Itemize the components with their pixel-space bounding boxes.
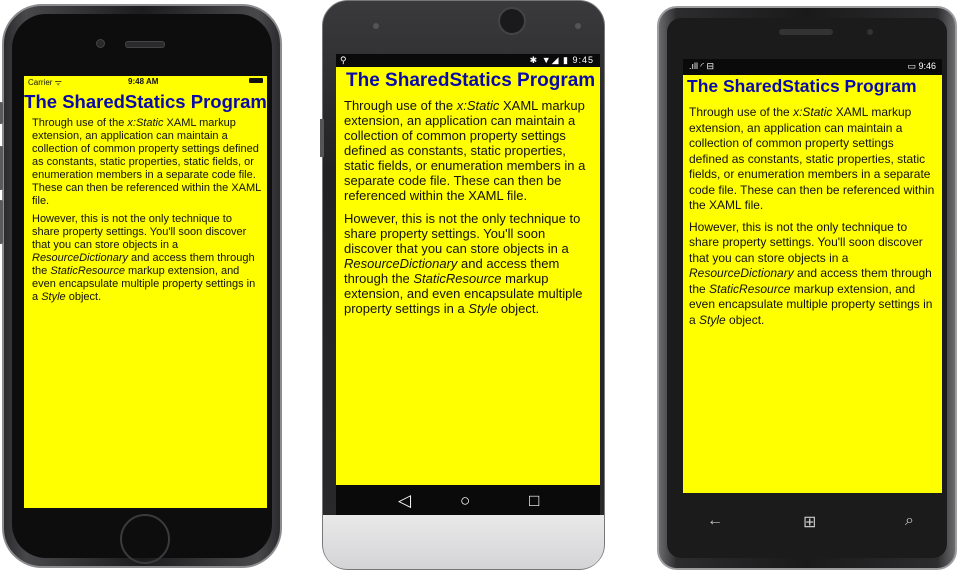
paragraph-1: Through use of the x:Static XAML markup …	[344, 98, 586, 203]
back-icon[interactable]: ◁	[398, 491, 411, 511]
page-title: The SharedStatics Program	[687, 76, 917, 96]
windows-phone-speaker	[779, 29, 833, 35]
home-button[interactable]	[120, 514, 170, 564]
android-side-button	[320, 119, 324, 157]
signal-icon: .ıll ◜ ⊟	[689, 61, 715, 71]
iphone-speaker	[125, 41, 165, 48]
page-title: The SharedStatics Program	[24, 91, 267, 112]
iphone-mute-switch	[0, 102, 3, 124]
iphone-front-camera	[96, 39, 105, 48]
ios-clock: 9:48 AM	[128, 77, 159, 86]
windows-status-time: ▭ 9:46	[907, 61, 936, 71]
iphone-volume-down	[0, 200, 3, 244]
paragraph-1: Through use of the x:Static XAML markup …	[32, 117, 261, 207]
recent-apps-icon[interactable]: □	[529, 491, 539, 511]
android-front-camera	[498, 7, 526, 35]
back-arrow-icon[interactable]: ←	[707, 512, 723, 530]
windows-phone-camera	[867, 29, 873, 35]
ios-status-bar: Carrier ᯤ 9:48 AM	[24, 76, 267, 87]
body-text: Through use of the x:Static XAML markup …	[24, 113, 267, 304]
body-text: Through use of the x:Static XAML markup …	[336, 92, 600, 316]
windows-phone-screen: The SharedStatics Program Through use of…	[683, 59, 942, 493]
android-screen: The SharedStatics Program Through use of…	[336, 54, 600, 485]
paragraph-2: However, this is not the only technique …	[344, 211, 583, 316]
windows-phone-device: The SharedStatics Program Through use of…	[657, 6, 957, 570]
search-icon[interactable]: ⌕	[905, 512, 914, 530]
iphone-screen: Carrier ᯤ 9:48 AM The SharedStatics Prog…	[24, 76, 267, 508]
home-icon[interactable]: ○	[460, 491, 470, 511]
iphone-volume-up	[0, 146, 3, 190]
android-sensor-right	[575, 23, 581, 29]
windows-start-icon[interactable]: ⊞	[803, 512, 816, 532]
paragraph-1: Through use of the x:Static XAML markup …	[689, 105, 935, 212]
android-status-indicators: ✱ ▼◢ ▮ 9:45	[529, 55, 594, 65]
android-status-bar: ⚲ ✱ ▼◢ ▮ 9:45	[336, 54, 600, 67]
iphone-device: Carrier ᯤ 9:48 AM The SharedStatics Prog…	[0, 4, 282, 568]
paragraph-2: However, this is not the only technique …	[32, 213, 256, 303]
paragraph-2: However, this is not the only technique …	[689, 219, 933, 327]
page-title: The SharedStatics Program	[346, 70, 596, 91]
android-sensor	[373, 23, 379, 29]
ios-carrier-label: Carrier ᯤ	[28, 78, 62, 87]
windows-status-bar: .ıll ◜ ⊟ ▭ 9:46	[683, 59, 942, 75]
android-nav-bar: ◁ ○ □	[336, 485, 600, 519]
battery-icon	[249, 78, 263, 83]
body-text: Through use of the x:Static XAML markup …	[683, 97, 942, 328]
notification-icon: ⚲	[340, 55, 347, 65]
android-device: The SharedStatics Program Through use of…	[320, 0, 605, 570]
windows-nav-bar: ← ⊞ ⌕	[683, 498, 942, 548]
android-chin	[323, 515, 604, 569]
